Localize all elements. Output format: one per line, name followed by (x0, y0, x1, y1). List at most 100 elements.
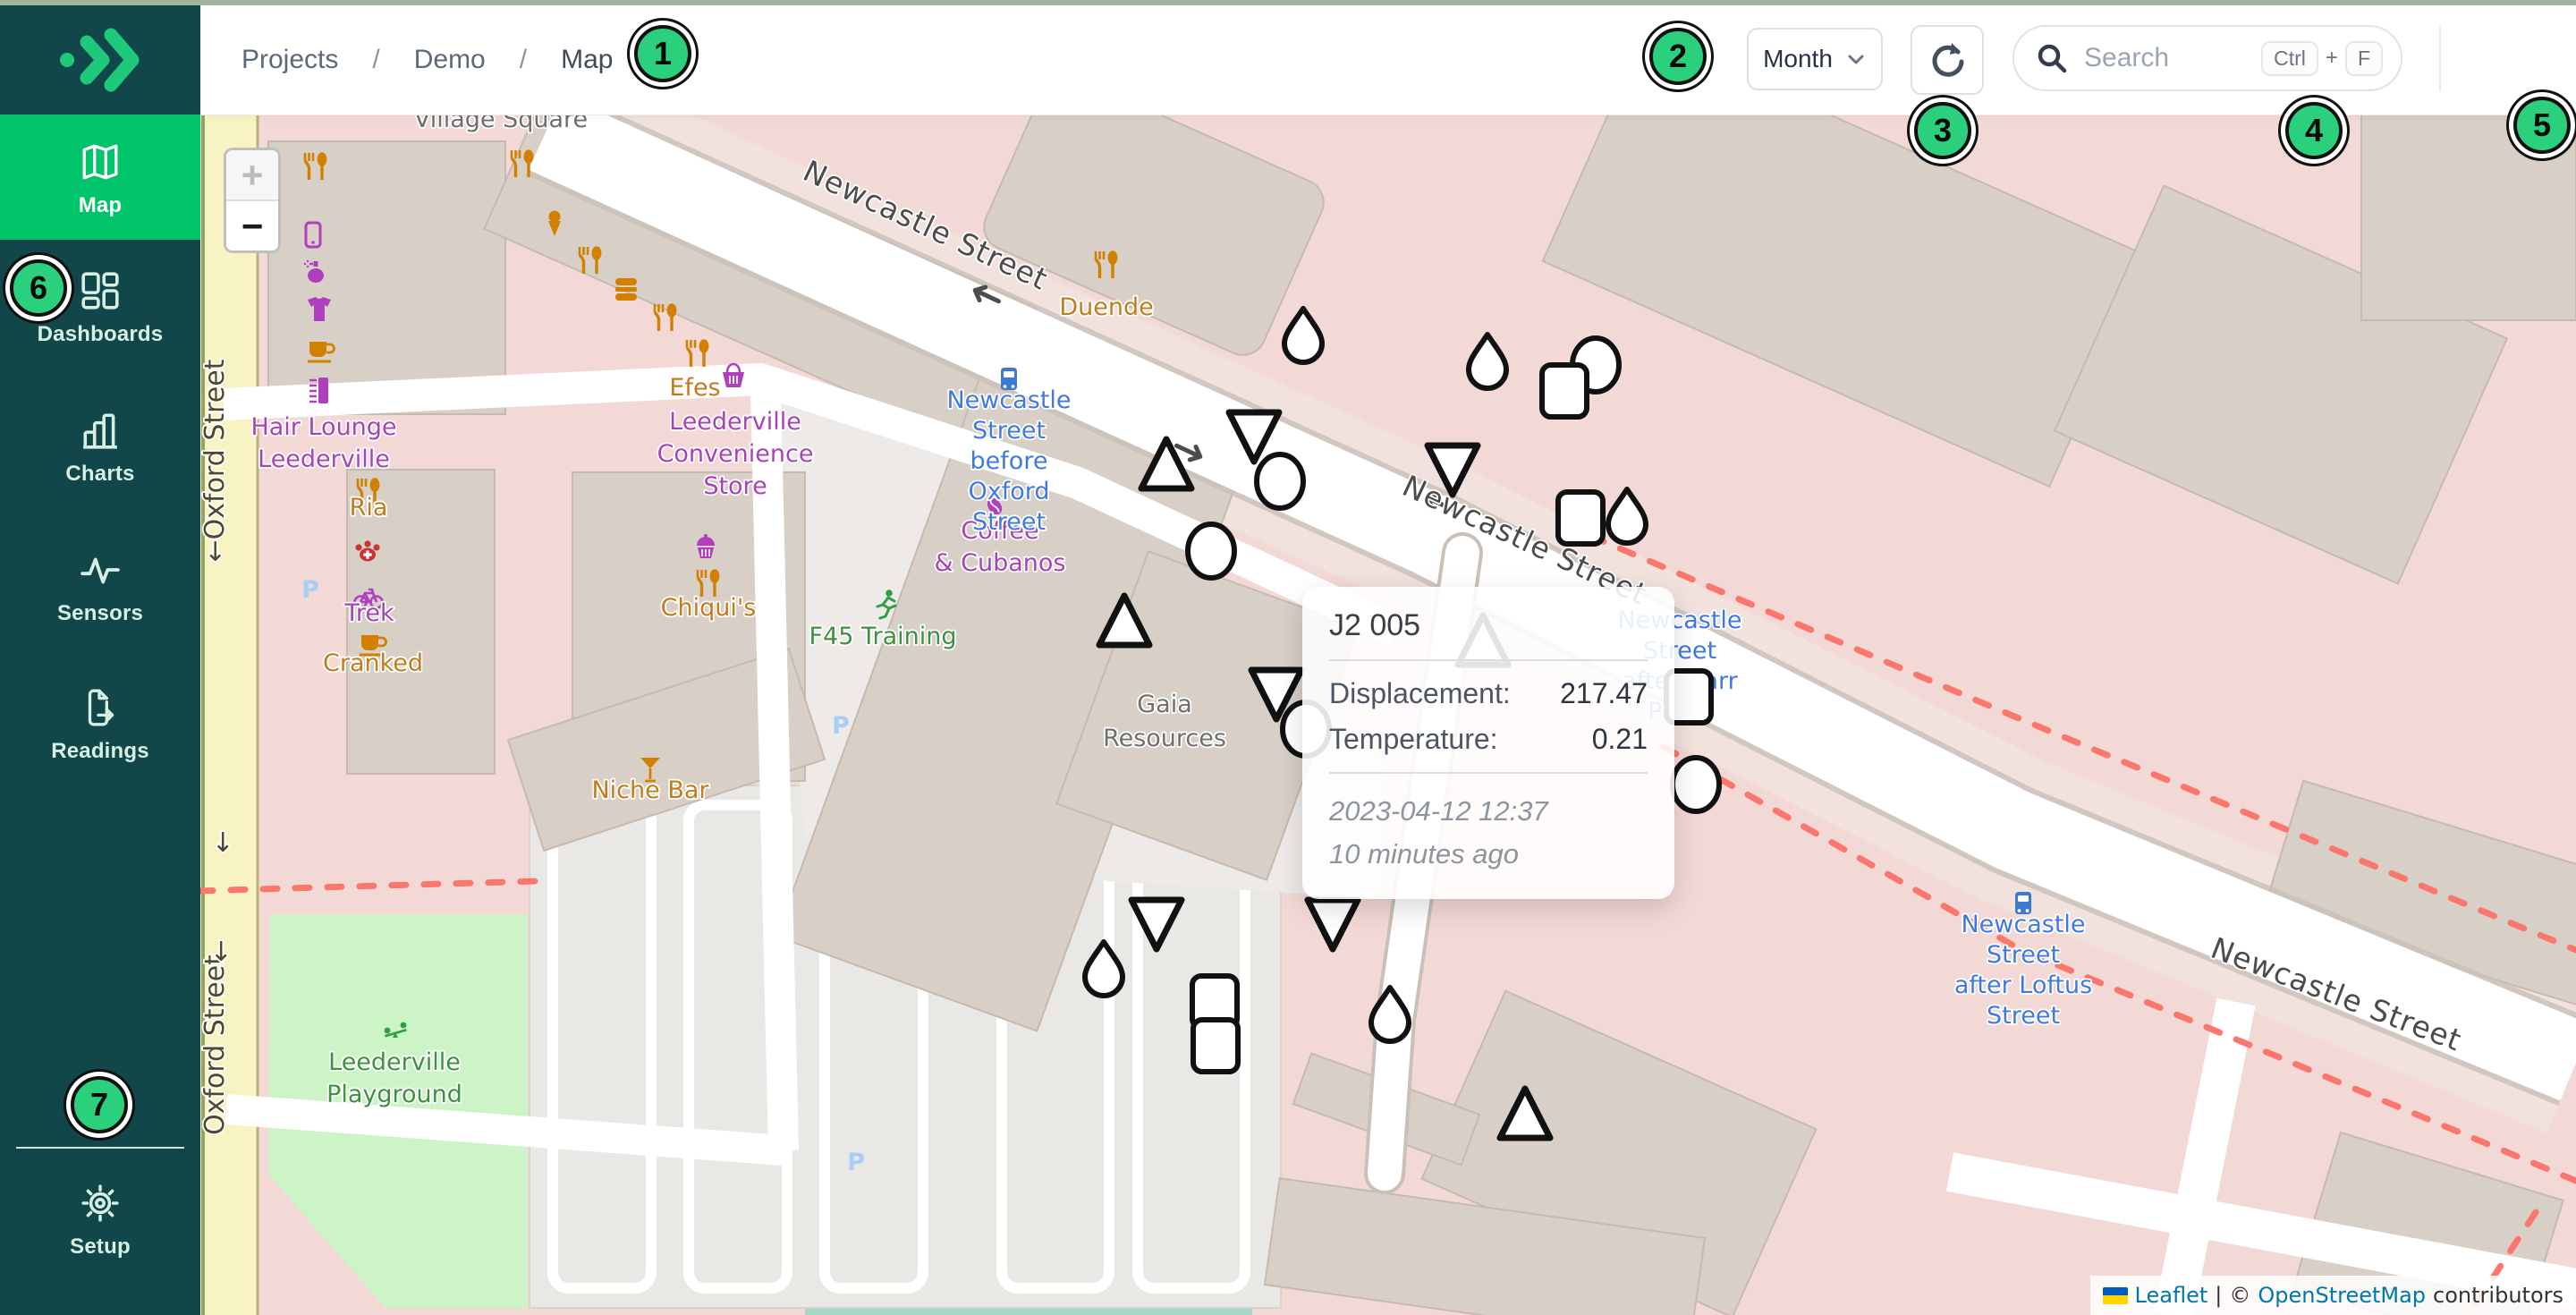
sidebar-item-readings[interactable]: Readings (0, 687, 200, 764)
sensor-marker-circle[interactable] (1673, 758, 1719, 811)
annotation-badge-1: 1 (634, 25, 691, 82)
sidebar-divider (16, 1147, 184, 1149)
map-zoom-control: + − (224, 148, 281, 253)
breadcrumb-separator: / (520, 45, 527, 75)
shortcut-plus: + (2326, 46, 2338, 71)
app-logo (0, 5, 200, 115)
dashboards-icon (80, 270, 121, 311)
sidebar-item-label: Setup (0, 1234, 200, 1260)
sensor-marker-circle[interactable] (1188, 524, 1234, 578)
tooltip-row-value: 217.47 (1560, 677, 1648, 710)
sensor-marker-square[interactable] (1542, 365, 1587, 417)
tooltip-timestamp: 2023-04-12 12:37 10 minutes ago (1329, 790, 1648, 876)
map-label-chiquis: Chiqui's (661, 594, 757, 622)
map-attribution: Leaflet | © OpenStreetMap contributors (2090, 1276, 2576, 1315)
sensor-marker-square[interactable] (1558, 492, 1603, 544)
period-select-value: Month (1763, 45, 1833, 73)
breadcrumb: Projects / Demo / Map (242, 5, 613, 115)
sidebar-item-label: Map (0, 193, 200, 218)
logo-icon (54, 15, 147, 105)
tooltip-row-label: Temperature: (1329, 723, 1498, 756)
breadcrumb-demo[interactable]: Demo (414, 45, 486, 75)
sidebar-item-label: Charts (0, 462, 200, 487)
map-label-duende: Duende (1059, 293, 1153, 321)
tooltip-divider (1329, 659, 1648, 661)
map-label-parking-p-3: P (847, 1149, 865, 1176)
map-label-oxford-street-lower: Oxford Street (200, 954, 231, 1135)
annotation-badge-2: 2 (1649, 28, 1707, 85)
map-label-f45-training: F45 Training (809, 623, 956, 650)
sensor-marker-circle[interactable] (1257, 454, 1303, 508)
map-label-parking-p-2: P (832, 712, 850, 740)
sidebar-item-label: Dashboards (0, 322, 200, 347)
annotation-badge-3: 3 (1914, 102, 1971, 159)
annotation-badge-6: 6 (10, 259, 67, 317)
sidebar-item-setup[interactable]: Setup (0, 1183, 200, 1260)
sidebar-item-sensors[interactable]: Sensors (0, 549, 200, 626)
zoom-out-button[interactable]: − (226, 199, 278, 250)
search-placeholder: Search (2084, 43, 2261, 73)
zoom-in-button[interactable]: + (226, 150, 278, 199)
annotation-badge-number: 6 (30, 269, 47, 307)
map-label-trek: Trek (343, 599, 394, 627)
map-label-niche-bar: Niche Bar (591, 776, 709, 804)
breadcrumb-separator: / (372, 45, 379, 75)
annotation-badge-number: 2 (1669, 38, 1687, 75)
map-label-village-square: Village Square (414, 115, 588, 133)
tooltip-datetime: 2023-04-12 12:37 (1329, 790, 1648, 833)
annotation-badge-4: 4 (2285, 102, 2343, 159)
tooltip-row-temperature: Temperature: 0.21 (1329, 723, 1648, 756)
map-icon (80, 141, 121, 182)
search-icon (2034, 40, 2070, 76)
tooltip-title: J2 005 (1329, 608, 1648, 643)
burger-icon (615, 278, 637, 301)
annotation-badge-number: 4 (2305, 112, 2323, 149)
refresh-icon (1926, 38, 1969, 81)
map-label-oxford-arrow-2: ↓ (209, 937, 232, 968)
search-input[interactable]: Search Ctrl + F (2012, 25, 2402, 91)
breadcrumb-projects[interactable]: Projects (242, 45, 338, 75)
shortcut-key-f: F (2345, 41, 2383, 76)
charts-icon (80, 410, 121, 451)
tooltip-row-value: 0.21 (1592, 723, 1648, 756)
sidebar-item-map[interactable]: Map (0, 115, 200, 240)
sidebar-item-label: Sensors (0, 601, 200, 626)
map-label-parking-p-1: P (301, 576, 319, 604)
map-label-cranked: Cranked (323, 649, 423, 677)
sidebar-item-label: Readings (0, 739, 200, 764)
annotation-badge-7: 7 (71, 1076, 128, 1133)
attribution-contributors: contributors (2433, 1283, 2563, 1308)
tooltip-relative-time: 10 minutes ago (1329, 833, 1648, 876)
attribution-divider: | (2215, 1283, 2222, 1308)
period-select[interactable]: Month (1747, 28, 1883, 90)
shortcut-key-ctrl: Ctrl (2261, 41, 2318, 76)
attribution-copyright: © (2229, 1283, 2250, 1308)
map-label-oxford-street-upper: ←Oxford Street (200, 359, 231, 562)
annotation-badge-number: 7 (90, 1086, 108, 1124)
openstreetmap-link[interactable]: OpenStreetMap (2258, 1283, 2426, 1308)
window-top-strip (0, 0, 2576, 5)
chevron-down-icon (1845, 48, 1867, 70)
tooltip-row-displacement: Displacement: 217.47 (1329, 677, 1648, 710)
ukraine-flag-icon (2103, 1287, 2128, 1304)
map-canvas[interactable]: Village SquareNewcastle StreetNewcastle … (200, 115, 2576, 1315)
leaflet-link[interactable]: Leaflet (2135, 1283, 2208, 1308)
tooltip-divider (1329, 772, 1648, 774)
map-label-efes: Efes (669, 374, 720, 402)
readings-icon (80, 687, 121, 728)
topbar: Projects / Demo / Map Month Search Ctrl … (200, 5, 2576, 115)
annotation-badge-5: 5 (2513, 97, 2571, 154)
map-label-ria: Ria (350, 494, 388, 522)
sensor-marker-square[interactable] (1193, 1020, 1238, 1072)
setup-icon (80, 1183, 121, 1224)
annotation-badge-number: 3 (1934, 112, 1952, 149)
sidebar-item-charts[interactable]: Charts (0, 410, 200, 487)
sensor-tooltip: J2 005 Displacement: 217.47 Temperature:… (1302, 587, 1674, 899)
refresh-button[interactable] (1911, 25, 1984, 95)
annotation-badge-number: 5 (2533, 106, 2551, 144)
annotation-badge-number: 1 (654, 35, 672, 72)
map-label-oxford-arrow-1: ↓ (211, 827, 233, 859)
tooltip-row-label: Displacement: (1329, 677, 1511, 710)
breadcrumb-map[interactable]: Map (561, 45, 613, 75)
topbar-divider (2439, 27, 2441, 91)
